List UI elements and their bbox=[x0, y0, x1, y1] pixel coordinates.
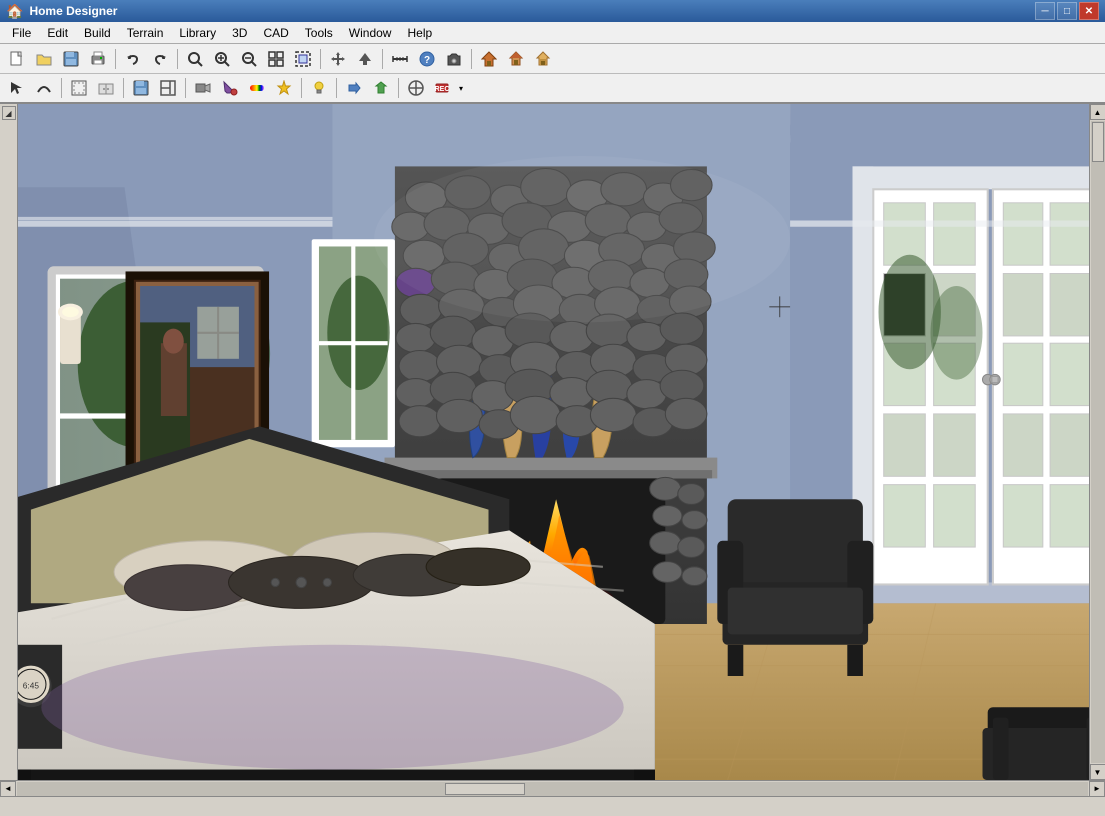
menu-3d[interactable]: 3D bbox=[224, 24, 255, 42]
separator3 bbox=[320, 49, 321, 69]
undo-button[interactable] bbox=[120, 47, 146, 71]
redo-button[interactable] bbox=[147, 47, 173, 71]
svg-text:?: ? bbox=[424, 55, 430, 66]
scroll-up-button[interactable]: ▲ bbox=[1090, 104, 1105, 120]
zoom-button[interactable] bbox=[182, 47, 208, 71]
main-area: ◢ bbox=[0, 104, 1105, 780]
pan-button[interactable] bbox=[325, 47, 351, 71]
menu-edit[interactable]: Edit bbox=[39, 24, 76, 42]
menu-terrain[interactable]: Terrain bbox=[119, 24, 172, 42]
measure-button[interactable] bbox=[387, 47, 413, 71]
zoom-select-button[interactable] bbox=[290, 47, 316, 71]
menu-build[interactable]: Build bbox=[76, 24, 119, 42]
canvas-area[interactable]: 6:45 bbox=[18, 104, 1089, 780]
status-bar bbox=[0, 796, 1105, 816]
menu-file[interactable]: File bbox=[4, 24, 39, 42]
materials-tool[interactable] bbox=[244, 76, 270, 100]
window-controls: ─ □ ✕ bbox=[1035, 2, 1099, 20]
left-ruler: ◢ bbox=[0, 104, 18, 780]
house1-button[interactable] bbox=[476, 47, 502, 71]
zoom-in-button[interactable] bbox=[209, 47, 235, 71]
separator4 bbox=[382, 49, 383, 69]
right-scrollbar: ▲ ▼ bbox=[1089, 104, 1105, 780]
scroll-right-button[interactable]: ► bbox=[1089, 781, 1105, 797]
sep-t2-4 bbox=[301, 78, 302, 98]
lighting-tool[interactable] bbox=[306, 76, 332, 100]
save-button[interactable] bbox=[58, 47, 84, 71]
sep-t2-6 bbox=[398, 78, 399, 98]
toolbar-secondary: REC ▾ bbox=[0, 74, 1105, 104]
toolbar-main: ? bbox=[0, 44, 1105, 74]
menu-library[interactable]: Library bbox=[171, 24, 224, 42]
app-title: Home Designer bbox=[29, 4, 1035, 18]
house3-button[interactable] bbox=[530, 47, 556, 71]
scroll-thumb[interactable] bbox=[1092, 122, 1104, 162]
sep-t2-2 bbox=[123, 78, 124, 98]
house2-button[interactable] bbox=[503, 47, 529, 71]
cabinet-tool[interactable] bbox=[93, 76, 119, 100]
menu-bar: File Edit Build Terrain Library 3D CAD T… bbox=[0, 22, 1105, 44]
up-arrow-tool[interactable] bbox=[368, 76, 394, 100]
magic-tool[interactable] bbox=[271, 76, 297, 100]
wall-tool[interactable] bbox=[66, 76, 92, 100]
new-button[interactable] bbox=[4, 47, 30, 71]
arrow-right-tool[interactable] bbox=[341, 76, 367, 100]
sep-t2-3 bbox=[185, 78, 186, 98]
scroll-down-button[interactable]: ▼ bbox=[1090, 764, 1105, 780]
info-button[interactable]: ? bbox=[414, 47, 440, 71]
separator2 bbox=[177, 49, 178, 69]
menu-help[interactable]: Help bbox=[399, 24, 440, 42]
h-scroll-thumb[interactable] bbox=[445, 783, 525, 795]
svg-text:6:45: 6:45 bbox=[23, 680, 40, 690]
zoom-out-button[interactable] bbox=[236, 47, 262, 71]
print-button[interactable] bbox=[85, 47, 111, 71]
record-tool[interactable]: REC bbox=[430, 76, 456, 100]
scene-viewport: 6:45 bbox=[18, 104, 1089, 780]
menu-cad[interactable]: CAD bbox=[255, 24, 296, 42]
camera-button[interactable] bbox=[441, 47, 467, 71]
zoom-fit-button[interactable] bbox=[263, 47, 289, 71]
scroll-track bbox=[1091, 121, 1105, 763]
paint-tool[interactable] bbox=[217, 76, 243, 100]
separator5 bbox=[471, 49, 472, 69]
open-button[interactable] bbox=[31, 47, 57, 71]
arrow-up-button[interactable] bbox=[352, 47, 378, 71]
title-bar: 🏠 Home Designer ─ □ ✕ bbox=[0, 0, 1105, 22]
curve-tool[interactable] bbox=[31, 76, 57, 100]
save-tool[interactable] bbox=[128, 76, 154, 100]
record-dropdown[interactable]: ▾ bbox=[457, 76, 465, 100]
minimize-button[interactable]: ─ bbox=[1035, 2, 1055, 20]
camera-3d-tool[interactable] bbox=[190, 76, 216, 100]
h-scroll-track bbox=[17, 782, 1088, 796]
menu-tools[interactable]: Tools bbox=[297, 24, 341, 42]
scroll-left-button[interactable]: ◄ bbox=[0, 781, 16, 797]
sep-t2-1 bbox=[61, 78, 62, 98]
menu-window[interactable]: Window bbox=[341, 24, 400, 42]
ruler-corner[interactable]: ◢ bbox=[2, 106, 16, 120]
pointer-tool[interactable] bbox=[403, 76, 429, 100]
floor-tool[interactable] bbox=[155, 76, 181, 100]
separator1 bbox=[115, 49, 116, 69]
maximize-button[interactable]: □ bbox=[1057, 2, 1077, 20]
sep-t2-5 bbox=[336, 78, 337, 98]
svg-text:REC: REC bbox=[435, 86, 449, 93]
select-tool[interactable] bbox=[4, 76, 30, 100]
app-icon: 🏠 bbox=[6, 3, 23, 20]
bottom-scrollbar: ◄ ► bbox=[0, 780, 1105, 796]
close-button[interactable]: ✕ bbox=[1079, 2, 1099, 20]
